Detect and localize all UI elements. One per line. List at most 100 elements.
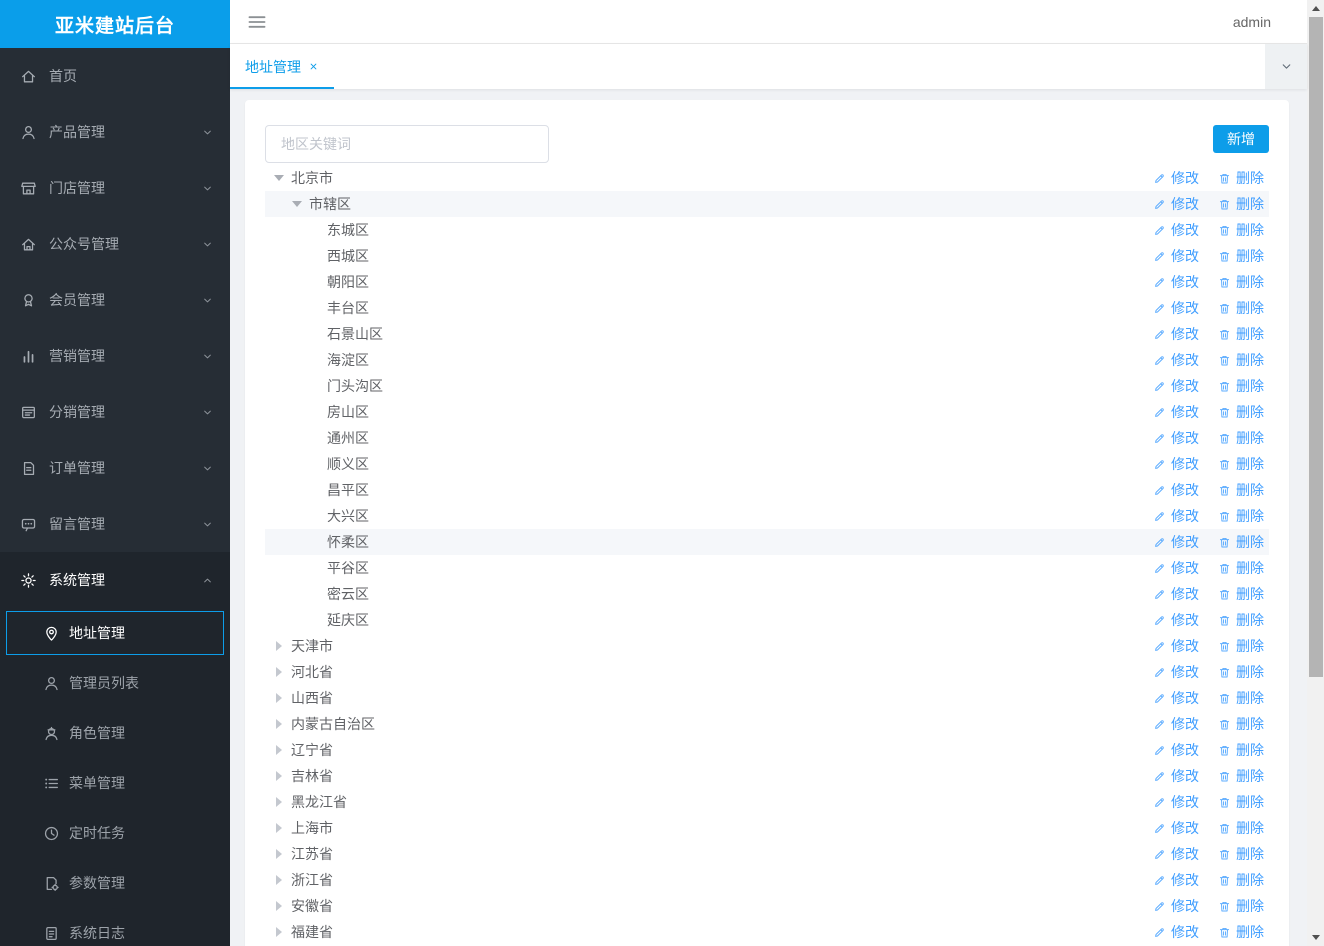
edit-link[interactable]: 修改 <box>1153 792 1199 812</box>
caret-right-icon[interactable] <box>274 693 284 703</box>
delete-link[interactable]: 删除 <box>1218 714 1264 734</box>
tree-row[interactable]: 大兴区 修改 删除 <box>265 503 1269 529</box>
edit-link[interactable]: 修改 <box>1153 480 1199 500</box>
tree-row[interactable]: 门头沟区 修改 删除 <box>265 373 1269 399</box>
edit-link[interactable]: 修改 <box>1153 662 1199 682</box>
delete-link[interactable]: 删除 <box>1218 610 1264 630</box>
edit-link[interactable]: 修改 <box>1153 272 1199 292</box>
delete-link[interactable]: 删除 <box>1218 506 1264 526</box>
tree-row[interactable]: 朝阳区 修改 删除 <box>265 269 1269 295</box>
tree-row[interactable]: 吉林省 修改 删除 <box>265 763 1269 789</box>
delete-link[interactable]: 删除 <box>1218 194 1264 214</box>
tree-row[interactable]: 安徽省 修改 删除 <box>265 893 1269 919</box>
sidebar-subitem-2[interactable]: 角色管理 <box>0 708 230 758</box>
tree-row[interactable]: 山西省 修改 删除 <box>265 685 1269 711</box>
caret-down-icon[interactable] <box>274 173 284 183</box>
delete-link[interactable]: 删除 <box>1218 922 1264 942</box>
delete-link[interactable]: 删除 <box>1218 350 1264 370</box>
delete-link[interactable]: 删除 <box>1218 246 1264 266</box>
tree-row[interactable]: 密云区 修改 删除 <box>265 581 1269 607</box>
delete-link[interactable]: 删除 <box>1218 818 1264 838</box>
sidebar-item-9[interactable]: 系统管理 <box>0 552 230 608</box>
delete-link[interactable]: 删除 <box>1218 454 1264 474</box>
sidebar-item-5[interactable]: 营销管理 <box>0 328 230 384</box>
delete-link[interactable]: 删除 <box>1218 272 1264 292</box>
edit-link[interactable]: 修改 <box>1153 220 1199 240</box>
caret-down-icon[interactable] <box>292 199 302 209</box>
tree-row[interactable]: 通州区 修改 删除 <box>265 425 1269 451</box>
tree-row[interactable]: 东城区 修改 删除 <box>265 217 1269 243</box>
add-button[interactable]: 新增 <box>1213 125 1269 153</box>
delete-link[interactable]: 删除 <box>1218 220 1264 240</box>
sidebar-subitem-5[interactable]: 参数管理 <box>0 858 230 908</box>
tab-0[interactable]: 地址管理 <box>230 44 334 89</box>
tree-row[interactable]: 顺义区 修改 删除 <box>265 451 1269 477</box>
sidebar-subitem-1[interactable]: 管理员列表 <box>0 658 230 708</box>
caret-right-icon[interactable] <box>274 927 284 937</box>
scroll-down-button[interactable] <box>1307 929 1324 946</box>
edit-link[interactable]: 修改 <box>1153 402 1199 422</box>
edit-link[interactable]: 修改 <box>1153 428 1199 448</box>
scrollbar-thumb[interactable] <box>1309 17 1323 677</box>
sidebar-item-0[interactable]: 首页 <box>0 48 230 104</box>
delete-link[interactable]: 删除 <box>1218 792 1264 812</box>
delete-link[interactable]: 删除 <box>1218 766 1264 786</box>
sidebar-item-3[interactable]: 公众号管理 <box>0 216 230 272</box>
delete-link[interactable]: 删除 <box>1218 324 1264 344</box>
edit-link[interactable]: 修改 <box>1153 610 1199 630</box>
edit-link[interactable]: 修改 <box>1153 636 1199 656</box>
delete-link[interactable]: 删除 <box>1218 558 1264 578</box>
caret-right-icon[interactable] <box>274 797 284 807</box>
tree-row[interactable]: 延庆区 修改 删除 <box>265 607 1269 633</box>
edit-link[interactable]: 修改 <box>1153 896 1199 916</box>
tree-row[interactable]: 上海市 修改 删除 <box>265 815 1269 841</box>
edit-link[interactable]: 修改 <box>1153 922 1199 942</box>
tree-row[interactable]: 市辖区 修改 删除 <box>265 191 1269 217</box>
edit-link[interactable]: 修改 <box>1153 246 1199 266</box>
search-input[interactable] <box>265 125 549 163</box>
hamburger-icon[interactable] <box>246 11 268 33</box>
tree-row[interactable]: 河北省 修改 删除 <box>265 659 1269 685</box>
delete-link[interactable]: 删除 <box>1218 636 1264 656</box>
delete-link[interactable]: 删除 <box>1218 532 1264 552</box>
tree-row[interactable]: 西城区 修改 删除 <box>265 243 1269 269</box>
sidebar-subitem-3[interactable]: 菜单管理 <box>0 758 230 808</box>
edit-link[interactable]: 修改 <box>1153 766 1199 786</box>
sidebar-subitem-0[interactable]: 地址管理 <box>0 608 230 658</box>
tree-row[interactable]: 辽宁省 修改 删除 <box>265 737 1269 763</box>
delete-link[interactable]: 删除 <box>1218 740 1264 760</box>
caret-right-icon[interactable] <box>274 823 284 833</box>
edit-link[interactable]: 修改 <box>1153 532 1199 552</box>
tree-row[interactable]: 北京市 修改 删除 <box>265 165 1269 191</box>
tree-row[interactable]: 丰台区 修改 删除 <box>265 295 1269 321</box>
delete-link[interactable]: 删除 <box>1218 662 1264 682</box>
delete-link[interactable]: 删除 <box>1218 402 1264 422</box>
edit-link[interactable]: 修改 <box>1153 376 1199 396</box>
sidebar-item-1[interactable]: 产品管理 <box>0 104 230 160</box>
caret-right-icon[interactable] <box>274 875 284 885</box>
edit-link[interactable]: 修改 <box>1153 740 1199 760</box>
edit-link[interactable]: 修改 <box>1153 324 1199 344</box>
tree-row[interactable]: 黑龙江省 修改 删除 <box>265 789 1269 815</box>
caret-right-icon[interactable] <box>274 849 284 859</box>
caret-right-icon[interactable] <box>274 771 284 781</box>
sidebar-subitem-4[interactable]: 定时任务 <box>0 808 230 858</box>
delete-link[interactable]: 删除 <box>1218 896 1264 916</box>
caret-right-icon[interactable] <box>274 667 284 677</box>
user-menu[interactable]: admin <box>1233 14 1271 30</box>
delete-link[interactable]: 删除 <box>1218 844 1264 864</box>
tree-row[interactable]: 海淀区 修改 删除 <box>265 347 1269 373</box>
edit-link[interactable]: 修改 <box>1153 350 1199 370</box>
edit-link[interactable]: 修改 <box>1153 870 1199 890</box>
scroll-up-button[interactable] <box>1307 0 1324 17</box>
tree-row[interactable]: 怀柔区 修改 删除 <box>265 529 1269 555</box>
caret-right-icon[interactable] <box>274 641 284 651</box>
edit-link[interactable]: 修改 <box>1153 506 1199 526</box>
sidebar-item-2[interactable]: 门店管理 <box>0 160 230 216</box>
delete-link[interactable]: 删除 <box>1218 168 1264 188</box>
tree-row[interactable]: 内蒙古自治区 修改 删除 <box>265 711 1269 737</box>
edit-link[interactable]: 修改 <box>1153 844 1199 864</box>
caret-right-icon[interactable] <box>274 745 284 755</box>
close-icon[interactable] <box>308 61 319 72</box>
edit-link[interactable]: 修改 <box>1153 584 1199 604</box>
